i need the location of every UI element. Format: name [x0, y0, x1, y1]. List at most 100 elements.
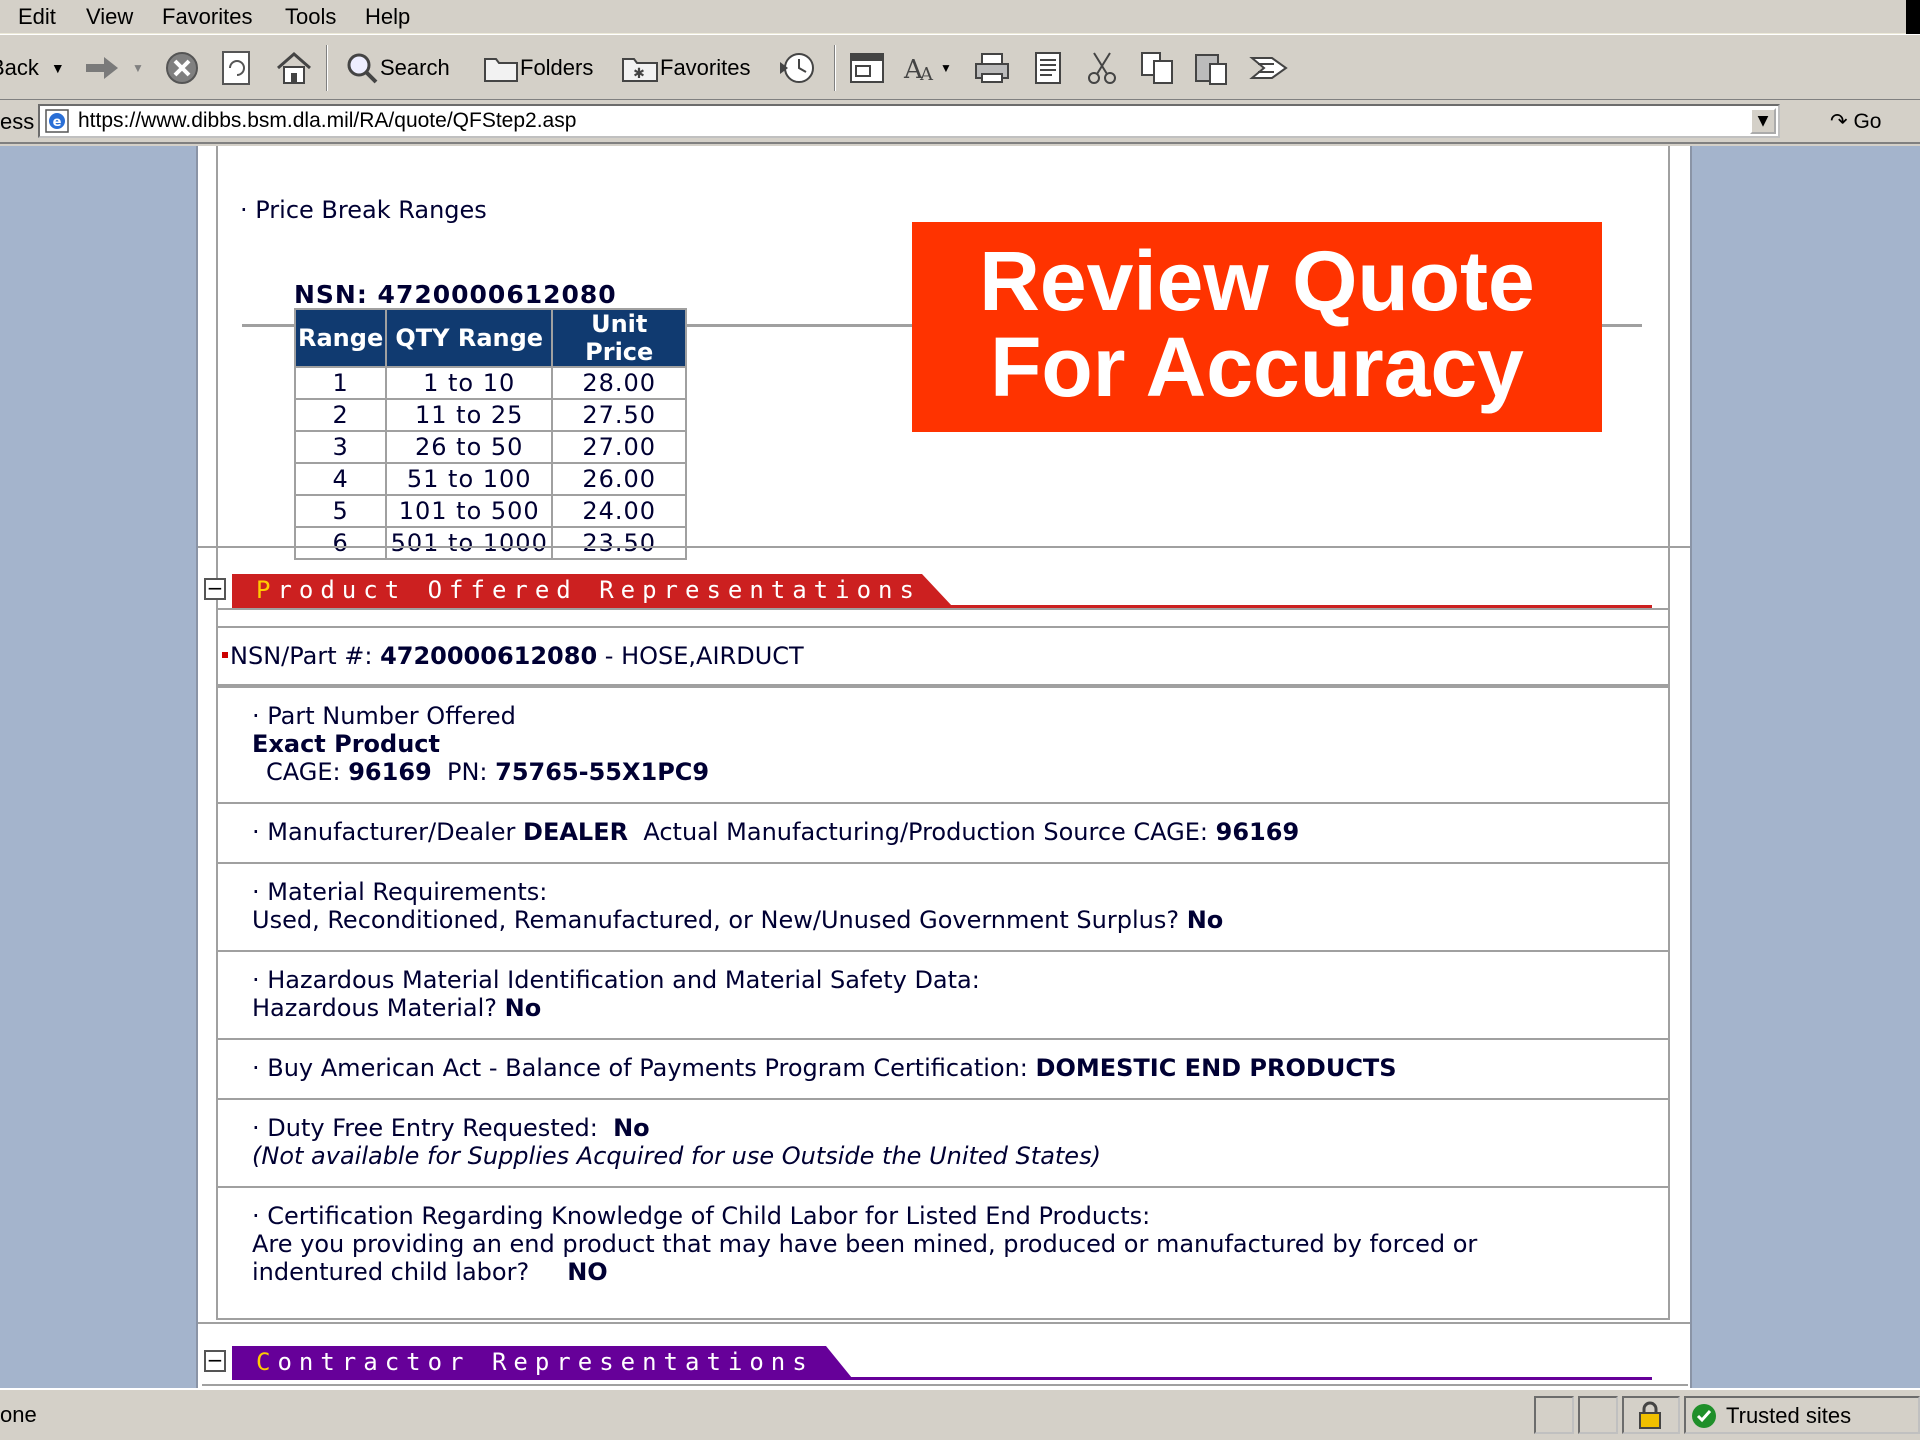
menu-favorites[interactable]: Favorites	[162, 4, 252, 30]
table-cell: 6	[293, 526, 388, 560]
table-cell: 2	[293, 398, 388, 432]
representations-box: NSN/Part #: 4720000612080 - HOSE,AIRDUCT…	[216, 608, 1670, 1320]
hazmat-label: · Hazardous Material Identification and …	[252, 966, 980, 994]
home-icon	[277, 52, 311, 84]
favorites-button[interactable]: ✱ Favorites	[620, 49, 750, 87]
document-icon	[1035, 52, 1061, 84]
material-question: Used, Reconditioned, Remanufactured, or …	[252, 906, 1187, 934]
table-cell: 26.00	[551, 462, 688, 496]
nsn-line: NSN/Part #: 4720000612080 - HOSE,AIRDUCT	[230, 642, 804, 670]
duty-free-row: · Duty Free Entry Requested: No (Not ava…	[218, 1098, 1668, 1186]
history-button[interactable]	[778, 49, 818, 87]
address-url[interactable]: https://www.dibbs.bsm.dla.mil/RA/quote/Q…	[78, 109, 576, 133]
cage-value: 96169	[348, 758, 432, 786]
forward-button[interactable]: ▼	[84, 49, 144, 87]
copy-button[interactable]	[1138, 49, 1178, 87]
folders-button[interactable]: Folders	[482, 49, 593, 87]
favorites-label: Favorites	[660, 55, 751, 80]
menu-view[interactable]: View	[86, 4, 133, 30]
contractor-section-title[interactable]: Contractor Representations	[232, 1346, 814, 1378]
paste-button[interactable]	[1192, 49, 1232, 87]
duty-label: · Duty Free Entry Requested:	[252, 1114, 614, 1142]
section-underline	[232, 1377, 1652, 1380]
nsn-row: NSN/Part #: 4720000612080 - HOSE,AIRDUCT	[218, 626, 1668, 686]
child-labor-answer: NO	[567, 1258, 608, 1286]
scissors-icon	[1088, 52, 1116, 84]
history-icon	[780, 53, 814, 83]
buy-american-row: · Buy American Act - Balance of Payments…	[218, 1038, 1668, 1098]
dropdown-arrow-icon[interactable]: ▼	[132, 61, 144, 75]
menu-help[interactable]: Help	[365, 4, 410, 30]
send-button[interactable]	[1248, 49, 1290, 87]
hazmat-line: Hazardous Material? No	[252, 994, 541, 1022]
table-cell: 27.00	[551, 430, 688, 464]
address-field[interactable]: e https://www.dibbs.bsm.dla.mil/RA/quote…	[38, 104, 1780, 138]
material-row: · Material Requirements: Used, Reconditi…	[218, 862, 1668, 950]
status-text: one	[0, 1402, 37, 1427]
price-break-title: · Price Break Ranges	[240, 196, 487, 224]
mfr-value: DEALER	[523, 818, 629, 846]
search-button[interactable]: Search	[344, 49, 450, 87]
svg-text:✱: ✱	[633, 65, 645, 81]
stop-icon	[166, 52, 198, 84]
duty-note: (Not available for Supplies Acquired for…	[252, 1142, 1101, 1170]
column-header: QTY Range	[385, 308, 554, 368]
home-button[interactable]	[274, 49, 314, 87]
search-icon	[347, 53, 378, 84]
product-section-title[interactable]: Product Offered Representations	[232, 574, 921, 606]
part-offered-row: · Part Number Offered Exact Product CAGE…	[218, 686, 1668, 802]
zone-indicator: Trusted sites	[1690, 1402, 1851, 1430]
check-circle-icon	[1692, 1404, 1716, 1428]
send-arrow-icon	[1249, 57, 1288, 79]
dropdown-arrow-icon[interactable]: ▼	[940, 61, 952, 75]
title-first-letter: C	[256, 1348, 278, 1376]
edit-button[interactable]	[1030, 49, 1066, 87]
go-label: Go	[1853, 110, 1882, 133]
svg-text:e: e	[53, 115, 62, 130]
material-line: Used, Reconditioned, Remanufactured, or …	[252, 906, 1223, 934]
collapse-toggle-icon[interactable]: −	[204, 1350, 226, 1372]
status-cell	[1534, 1396, 1574, 1434]
zone-label: Trusted sites	[1726, 1403, 1852, 1428]
nsn-value: 4720000612080	[380, 642, 598, 670]
table-row: 3 26 to 50 27.00	[293, 430, 688, 464]
address-bar: ess e https://www.dibbs.bsm.dla.mil/RA/q…	[0, 100, 1920, 144]
dropdown-arrow-icon[interactable]: ▼	[51, 60, 65, 76]
column-header: Range	[293, 308, 388, 368]
go-button[interactable]: ↷ Go	[1830, 109, 1881, 134]
stop-button[interactable]	[164, 49, 200, 87]
collapse-toggle-icon[interactable]: −	[204, 578, 226, 600]
lock-cell	[1622, 1396, 1680, 1434]
duty-line: · Duty Free Entry Requested: No	[252, 1114, 650, 1142]
back-label: Back	[0, 55, 39, 80]
table-cell: 3	[293, 430, 388, 464]
toolbar-separator	[326, 45, 328, 91]
refresh-button[interactable]	[220, 49, 254, 87]
manufacturer-line: · Manufacturer/Dealer DEALER Actual Manu…	[252, 818, 1299, 846]
title-rest: roduct Offered Representations	[277, 576, 921, 604]
table-cell: 101 to 500	[385, 494, 554, 528]
address-dropdown-icon[interactable]: ▼	[1750, 108, 1776, 134]
fonts-button[interactable]: AA ▼	[900, 49, 952, 87]
review-quote-banner: Review Quote For Accuracy	[912, 222, 1602, 432]
print-button[interactable]	[972, 49, 1012, 87]
table-row: 1 1 to 10 28.00	[293, 366, 688, 400]
table-row: 5 101 to 500 24.00	[293, 494, 688, 528]
title-rest: ontractor Representations	[277, 1348, 814, 1376]
manufacturer-row: · Manufacturer/Dealer DEALER Actual Manu…	[218, 802, 1668, 862]
buy-american-line: · Buy American Act - Balance of Payments…	[252, 1054, 1397, 1082]
back-button[interactable]: Back ▼	[0, 49, 65, 87]
section-divider	[198, 546, 1690, 548]
child-labor-question-2: indentured child labor?	[252, 1258, 530, 1286]
menu-edit[interactable]: Edit	[18, 4, 56, 30]
table-cell: 26 to 50	[385, 430, 554, 464]
table-row: 6 501 to 1000 23.50	[293, 526, 688, 560]
page-content: · Price Break Ranges NSN: 4720000612080 …	[196, 146, 1692, 1388]
cut-button[interactable]	[1084, 49, 1120, 87]
page-viewport[interactable]: · Price Break Ranges NSN: 4720000612080 …	[0, 146, 1920, 1388]
media-button[interactable]	[848, 49, 886, 87]
menu-tools[interactable]: Tools	[285, 4, 336, 30]
table-cell: 27.50	[551, 398, 688, 432]
copy-icon	[1141, 52, 1173, 84]
child-labor-question-1: Are you providing an end product that ma…	[252, 1230, 1478, 1258]
